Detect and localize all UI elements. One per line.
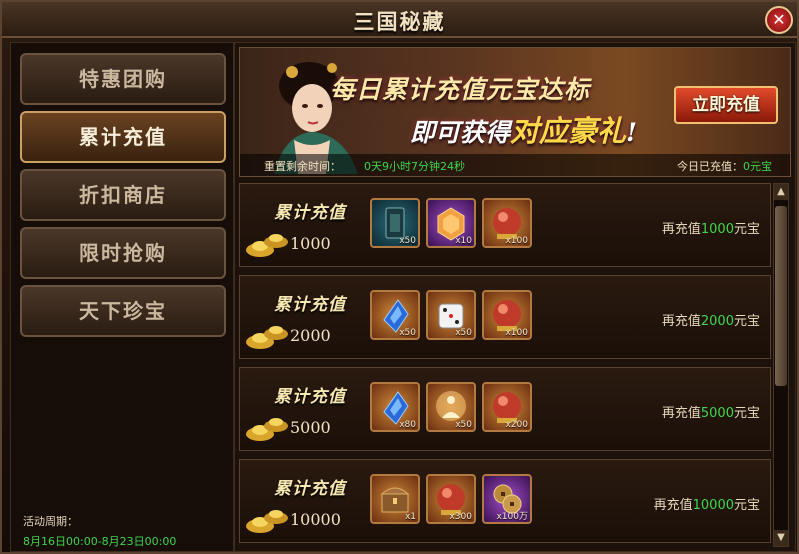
remaining-prefix: 再充值	[653, 498, 693, 513]
scroll-down-icon[interactable]: ▼	[774, 530, 788, 546]
reward-item[interactable]: x10	[426, 198, 476, 248]
sidebar-item-discount-shop[interactable]: 折扣商店	[20, 169, 226, 221]
scroll-thumb[interactable]	[775, 206, 787, 386]
reward-item[interactable]: x300	[426, 474, 476, 524]
sidebar-item-group-buy[interactable]: 特惠团购	[20, 53, 226, 105]
remaining-suffix: 元宝	[733, 314, 760, 329]
reward-qty: x200	[505, 420, 528, 430]
today-recharged: 今日已充值：0元宝	[677, 158, 772, 174]
reward-item[interactable]: x50	[426, 382, 476, 432]
remaining-prefix: 再充值	[661, 222, 701, 237]
tier-row: 累计充值 1000 x50 x10 x100 再充值1000元宝	[239, 183, 771, 267]
reward-qty: x50	[399, 236, 416, 246]
tier-remaining: 再充值1000元宝	[662, 218, 760, 237]
banner-headline: 每日累计充值元宝达标	[330, 75, 591, 104]
tier-title: 累计充值	[274, 479, 346, 499]
remaining-prefix: 再充值	[661, 314, 701, 329]
close-icon[interactable]: ✕	[765, 6, 793, 34]
reward-qty: x100	[505, 236, 528, 246]
tier-amount: 1000	[290, 234, 331, 253]
remaining-amount: 5000	[700, 406, 734, 421]
tier-amount: 10000	[290, 510, 341, 529]
reward-qty: x300	[449, 512, 472, 522]
reward-qty: x50	[455, 328, 472, 338]
reward-qty: x1	[404, 512, 416, 522]
gold-ingot-icon	[246, 510, 288, 533]
reward-item[interactable]: x200	[482, 382, 532, 432]
tier-title: 累计充值	[274, 203, 346, 223]
reward-qty: x100万	[496, 512, 528, 522]
reward-qty: x100	[505, 328, 528, 338]
remaining-amount: 2000	[700, 314, 734, 329]
remaining-suffix: 元宝	[733, 222, 760, 237]
tier-amount: 5000	[290, 418, 331, 437]
banner-sub-prefix: 即可获得	[410, 118, 511, 147]
tier-row: 累计充值 10000 x1 x300 x100万 再充值10000元宝	[239, 459, 771, 543]
reward-item[interactable]: x50	[370, 290, 420, 340]
reset-time-label: 重置剩余时间：	[264, 160, 341, 173]
tier-remaining: 再充值5000元宝	[662, 402, 760, 421]
tier-title: 累计充值	[274, 295, 346, 315]
sidebar-item-treasures[interactable]: 天下珍宝	[20, 285, 226, 337]
window-title: 三国秘藏	[353, 9, 446, 34]
sidebar: 特惠团购 累计充值 折扣商店 限时抢购 天下珍宝 活动周期： 8月16日00:0…	[10, 42, 234, 552]
tier-row: 累计充值 2000 x50 x50 x100 再充值2000元宝	[239, 275, 771, 359]
main-panel: 每日累计充值元宝达标 即可获得对应豪礼! 立即充值 重置剩余时间： 0天9小时7…	[234, 42, 796, 552]
promo-banner: 每日累计充值元宝达标 即可获得对应豪礼! 立即充值 重置剩余时间： 0天9小时7…	[239, 47, 791, 177]
gold-ingot-icon	[246, 418, 288, 441]
scroll-up-icon[interactable]: ▲	[774, 184, 788, 200]
reward-qty: x50	[455, 420, 472, 430]
tier-remaining: 再充值10000元宝	[654, 494, 760, 513]
today-recharged-value: 0元宝	[743, 160, 772, 173]
remaining-suffix: 元宝	[733, 498, 760, 513]
remaining-amount: 1000	[700, 222, 734, 237]
scrollbar[interactable]: ▲ ▼	[773, 183, 789, 547]
sidebar-item-cumulative-recharge[interactable]: 累计充值	[20, 111, 226, 163]
tier-row: 累计充值 5000 x80 x50 x200 再充值5000元宝	[239, 367, 771, 451]
reward-item[interactable]: x100万	[482, 474, 532, 524]
title-bar: 三国秘藏 ✕	[2, 2, 797, 38]
reward-qty: x80	[399, 420, 416, 430]
recharge-now-button[interactable]: 立即充值	[674, 86, 778, 124]
reset-info-bar: 重置剩余时间： 0天9小时7分钟24秒 今日已充值：0元宝	[240, 154, 790, 176]
remaining-amount: 10000	[692, 498, 734, 513]
tier-remaining: 再充值2000元宝	[662, 310, 760, 329]
event-period-label: 活动周期：	[23, 515, 78, 528]
remaining-suffix: 元宝	[733, 406, 760, 421]
banner-sub-suffix: !	[626, 118, 638, 147]
reward-item[interactable]: x50	[426, 290, 476, 340]
reward-item[interactable]: x100	[482, 290, 532, 340]
tier-title: 累计充值	[274, 387, 346, 407]
reward-item[interactable]: x100	[482, 198, 532, 248]
tier-amount: 2000	[290, 326, 331, 345]
reward-item[interactable]: x1	[370, 474, 420, 524]
sidebar-item-flash-sale[interactable]: 限时抢购	[20, 227, 226, 279]
reward-qty: x10	[455, 236, 472, 246]
banner-subheadline: 即可获得对应豪礼!	[410, 108, 637, 150]
banner-sub-highlight: 对应豪礼	[510, 114, 627, 148]
reward-qty: x50	[399, 328, 416, 338]
gold-ingot-icon	[246, 234, 288, 257]
event-period-value: 8月16日00:00-8月23日00:00	[23, 535, 177, 548]
today-recharged-label: 今日已充值：	[677, 160, 743, 173]
game-window: 三国秘藏 ✕ 特惠团购 累计充值 折扣商店 限时抢购 天下珍宝 活动周期： 8月…	[0, 0, 799, 554]
reward-item[interactable]: x50	[370, 198, 420, 248]
reward-item[interactable]: x80	[370, 382, 420, 432]
gold-ingot-icon	[246, 326, 288, 349]
remaining-prefix: 再充值	[661, 406, 701, 421]
reset-time-value: 0天9小时7分钟24秒	[364, 160, 465, 173]
